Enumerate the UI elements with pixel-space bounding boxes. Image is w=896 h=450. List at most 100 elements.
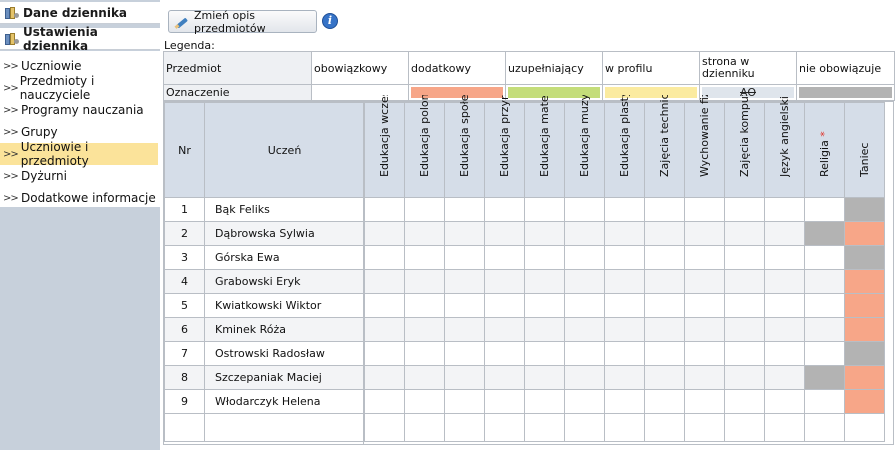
subject-cell[interactable] (764, 293, 805, 318)
subject-cell[interactable] (524, 245, 565, 270)
subject-cell[interactable] (764, 245, 805, 270)
subject-cell[interactable] (764, 197, 805, 222)
subject-cell[interactable] (524, 389, 565, 414)
subject-cell[interactable] (604, 389, 645, 414)
subject-cell[interactable] (404, 341, 445, 366)
subject-cell[interactable] (444, 365, 485, 390)
subject-cell[interactable] (524, 293, 565, 318)
subject-cell[interactable] (764, 269, 805, 294)
subject-cell[interactable] (364, 197, 405, 222)
sidebar-section-ustawienia-dziennika[interactable]: Ustawienia dziennika (0, 25, 160, 53)
subject-cell[interactable] (684, 221, 725, 246)
subject-cell[interactable] (764, 389, 805, 414)
subject-cell[interactable] (764, 365, 805, 390)
subject-cell[interactable] (404, 269, 445, 294)
subject-cell[interactable] (684, 365, 725, 390)
subject-cell[interactable] (604, 221, 645, 246)
subject-cell[interactable] (644, 245, 685, 270)
subject-cell[interactable] (684, 341, 725, 366)
subject-cell[interactable] (684, 389, 725, 414)
subject-cell[interactable] (524, 221, 565, 246)
subject-cell[interactable] (524, 197, 565, 222)
subject-cell[interactable] (724, 269, 765, 294)
subject-cell[interactable] (724, 221, 765, 246)
subject-cell[interactable] (484, 317, 525, 342)
subject-cell[interactable] (484, 389, 525, 414)
subject-cell[interactable] (724, 365, 765, 390)
subject-cell[interactable] (804, 365, 845, 390)
subject-cell[interactable] (444, 269, 485, 294)
subject-cell[interactable] (844, 365, 885, 390)
subject-cell[interactable] (604, 269, 645, 294)
subject-cell[interactable] (724, 245, 765, 270)
subject-cell[interactable] (484, 293, 525, 318)
subject-cell[interactable] (604, 317, 645, 342)
subject-cell[interactable] (644, 293, 685, 318)
subject-cell[interactable] (484, 197, 525, 222)
subject-cell[interactable] (484, 245, 525, 270)
subject-cell[interactable] (564, 389, 605, 414)
subject-cell[interactable] (404, 317, 445, 342)
subject-cell[interactable] (564, 293, 605, 318)
subject-cell[interactable] (644, 197, 685, 222)
subject-cell[interactable] (364, 221, 405, 246)
subject-cell[interactable] (364, 365, 405, 390)
subject-cell[interactable] (804, 197, 845, 222)
subject-cell[interactable] (564, 221, 605, 246)
subject-cell[interactable] (804, 293, 845, 318)
subject-cell[interactable] (844, 245, 885, 270)
subject-cell[interactable] (404, 245, 445, 270)
subject-cell[interactable] (644, 365, 685, 390)
subject-cell[interactable] (684, 269, 725, 294)
subject-cell[interactable] (404, 365, 445, 390)
subject-cell[interactable] (644, 269, 685, 294)
subject-cell[interactable] (444, 389, 485, 414)
subject-cell[interactable] (844, 197, 885, 222)
subject-cell[interactable] (684, 293, 725, 318)
subject-cell[interactable] (404, 293, 445, 318)
subject-cell[interactable] (524, 341, 565, 366)
subject-cell[interactable] (364, 245, 405, 270)
subject-cell[interactable] (524, 269, 565, 294)
subject-cell[interactable] (484, 365, 525, 390)
subject-cell[interactable] (364, 269, 405, 294)
subject-cell[interactable] (724, 317, 765, 342)
subject-cell[interactable] (644, 389, 685, 414)
sidebar-item-additional-info[interactable]: >> Dodatkowe informacje (0, 187, 158, 209)
subject-cell[interactable] (804, 341, 845, 366)
subject-cell[interactable] (844, 293, 885, 318)
change-subjects-description-button[interactable]: Zmień opis przedmiotów (168, 9, 317, 35)
subject-cell[interactable] (484, 341, 525, 366)
subject-cell[interactable] (564, 245, 605, 270)
subject-cell[interactable] (844, 221, 885, 246)
sidebar-item-subjects-and-teachers[interactable]: >> Przedmioty i nauczyciele (0, 74, 158, 102)
subject-cell[interactable] (684, 317, 725, 342)
subject-cell[interactable] (844, 341, 885, 366)
subject-cell[interactable] (484, 221, 525, 246)
subject-cell[interactable] (564, 365, 605, 390)
subject-cell[interactable] (844, 389, 885, 414)
subject-cell[interactable] (404, 221, 445, 246)
sidebar-section-dane-dziennika[interactable]: Dane dziennika (0, 2, 160, 24)
subject-cell[interactable] (564, 317, 605, 342)
subject-cell[interactable] (404, 197, 445, 222)
subject-cell[interactable] (364, 293, 405, 318)
subject-cell[interactable] (844, 317, 885, 342)
subject-cell[interactable] (564, 341, 605, 366)
subject-cell[interactable] (804, 389, 845, 414)
subject-cell[interactable] (564, 197, 605, 222)
subject-cell[interactable] (844, 269, 885, 294)
sidebar-item-duty-students[interactable]: >> Dyżurni (0, 165, 158, 187)
sidebar-item-students-and-subjects[interactable]: >> Uczniowie i przedmioty (0, 140, 158, 168)
subject-cell[interactable] (444, 197, 485, 222)
subject-cell[interactable] (444, 221, 485, 246)
subject-cell[interactable] (604, 365, 645, 390)
subject-cell[interactable] (444, 245, 485, 270)
subject-cell[interactable] (804, 221, 845, 246)
subject-cell[interactable] (604, 245, 645, 270)
subject-cell[interactable] (364, 341, 405, 366)
subject-cell[interactable] (604, 341, 645, 366)
subject-cell[interactable] (444, 341, 485, 366)
subject-cell[interactable] (444, 317, 485, 342)
subject-cell[interactable] (364, 317, 405, 342)
